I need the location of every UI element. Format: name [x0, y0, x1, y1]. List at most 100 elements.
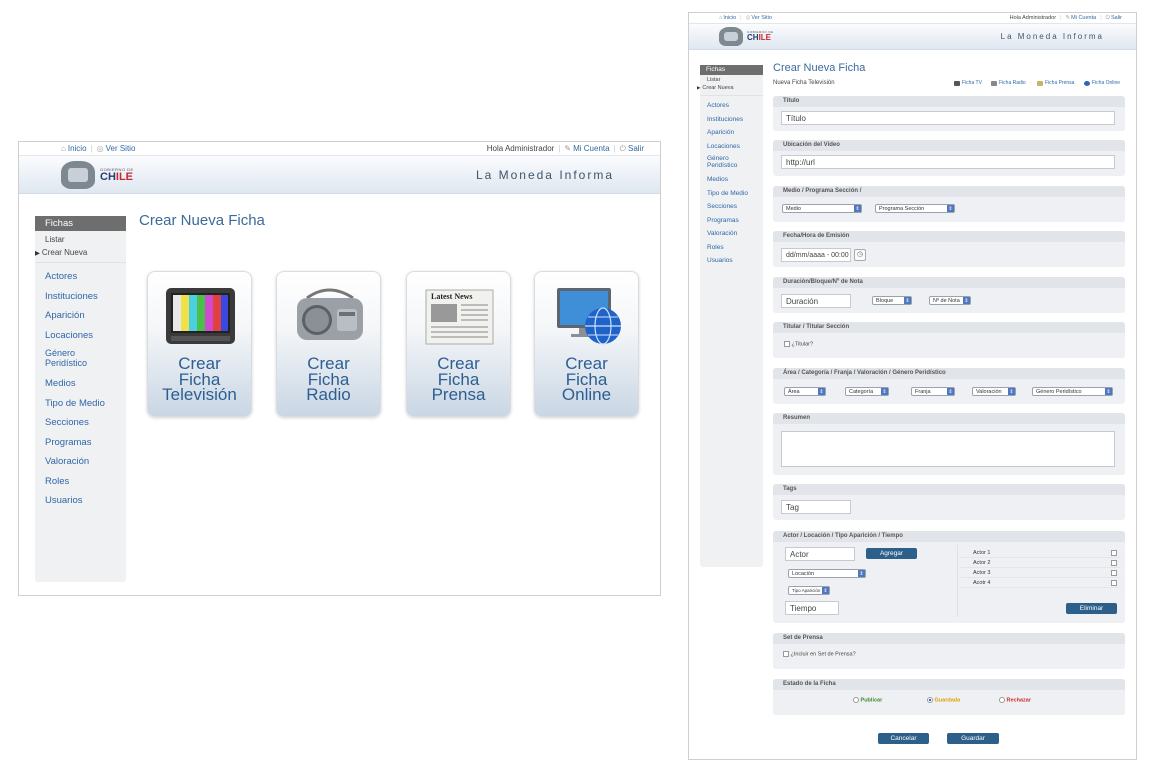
sidebar-item-usuarios[interactable]: Usuarios — [35, 491, 126, 511]
title-input[interactable]: Título — [781, 111, 1115, 125]
sidebar-item-crear-nueva[interactable]: Crear Nueva — [700, 84, 763, 95]
sidebar-item-usuarios[interactable]: Usuarios — [700, 254, 763, 268]
create-press-card[interactable]: Latest News Crear Ficha Prensa — [406, 271, 511, 417]
my-account-link[interactable]: Mi Cuenta — [1071, 15, 1096, 21]
locacion-select[interactable]: Locación — [788, 569, 866, 578]
home-icon: ⌂ — [61, 144, 66, 153]
sidebar-item-programas[interactable]: Programas — [35, 433, 126, 453]
create-radio-card[interactable]: Crear Ficha Radio — [276, 271, 381, 417]
list-item[interactable]: Acotr 4 — [959, 578, 1121, 588]
top-bar: ⌂ Inicio | ◎ Ver Sitio Hola Administrado… — [689, 13, 1136, 24]
genero-select[interactable]: Género Peridístico — [1032, 387, 1113, 396]
tab-ficha-online[interactable]: Ficha Online — [1084, 80, 1120, 86]
calendar-icon[interactable]: ◷ — [854, 249, 866, 261]
tag-input[interactable]: Tag — [781, 500, 851, 514]
tv-icon — [166, 288, 235, 344]
sidebar-item-locaciones[interactable]: Locaciones — [700, 140, 763, 154]
sidebar-item-crear-nueva[interactable]: Crear Nueva — [35, 246, 126, 262]
sidebar-item-medios[interactable]: Medios — [35, 374, 126, 394]
sidebar-item-roles[interactable]: Roles — [700, 241, 763, 255]
sidebar-item-aparicion[interactable]: Aparición — [35, 306, 126, 326]
sidebar-section-fichas[interactable]: Fichas — [700, 65, 763, 75]
tipo-aparicion-select[interactable]: Tipo Aparición — [788, 586, 830, 595]
section-duracion: Duración/Bloque/Nº de Nota Duración Bloq… — [773, 277, 1125, 313]
guardada-radio[interactable] — [927, 697, 933, 703]
coat-of-arms-icon — [719, 27, 743, 46]
sidebar: Fichas Listar Crear Nueva Actores Instit… — [35, 216, 126, 582]
page-title: Crear Nueva Ficha — [773, 62, 866, 74]
create-tv-card[interactable]: Crear Ficha Televisión — [147, 271, 252, 417]
logout-link[interactable]: Salir — [628, 144, 644, 153]
sidebar-item-listar[interactable]: Listar — [700, 75, 763, 84]
sidebar-item-programas[interactable]: Programas — [700, 214, 763, 228]
cancel-button[interactable]: Cancelar — [878, 733, 929, 744]
rechazar-radio[interactable] — [999, 697, 1005, 703]
actor-input[interactable]: Actor — [785, 547, 855, 561]
categoria-select[interactable]: Categoría — [845, 387, 889, 396]
programa-seccion-select[interactable]: Programa Sección — [875, 204, 955, 213]
chile-logo[interactable]: GOBIERNO DE CHILE — [61, 161, 134, 189]
sidebar-item-valoracion[interactable]: Valoración — [35, 452, 126, 472]
franja-select[interactable]: Franja — [911, 387, 955, 396]
sidebar-item-actores[interactable]: Actores — [35, 267, 126, 287]
home-link[interactable]: Inicio — [723, 15, 736, 21]
sidebar-item-instituciones[interactable]: Instituciones — [700, 113, 763, 127]
sidebar-item-secciones[interactable]: Secciones — [35, 413, 126, 433]
sidebar-item-genero[interactable]: Género Peridístico — [35, 345, 105, 374]
sidebar-item-locaciones[interactable]: Locaciones — [35, 326, 126, 346]
view-site-link[interactable]: Ver Sitio — [106, 144, 136, 153]
sidebar-item-actores[interactable]: Actores — [700, 99, 763, 113]
status-rechazar[interactable]: Rechazar — [999, 697, 1031, 703]
status-guardada[interactable]: Guardada — [927, 697, 960, 703]
chile-logo[interactable]: GOBIERNO DE CHILE — [719, 27, 774, 46]
medio-select[interactable]: Medio — [782, 204, 862, 213]
actor-checkbox[interactable] — [1111, 580, 1117, 586]
sidebar-item-listar[interactable]: Listar — [35, 231, 126, 246]
delete-actor-button[interactable]: Eliminar — [1066, 603, 1117, 614]
bloque-select[interactable]: Bloque — [872, 296, 912, 305]
sidebar-item-secciones[interactable]: Secciones — [700, 200, 763, 214]
sidebar-item-roles[interactable]: Roles — [35, 472, 126, 492]
list-item[interactable]: Actor 3 — [959, 568, 1121, 578]
sidebar-item-tipo-medio[interactable]: Tipo de Medio — [35, 394, 126, 414]
publicar-radio[interactable] — [853, 697, 859, 703]
sidebar-item-aparicion[interactable]: Aparición — [700, 126, 763, 140]
create-online-card[interactable]: Crear Ficha Online — [534, 271, 639, 417]
date-input[interactable]: dd/mm/aaaa - 00:00 — [781, 248, 851, 262]
my-account-link[interactable]: Mi Cuenta — [573, 144, 609, 153]
sidebar-item-tipo-medio[interactable]: Tipo de Medio — [700, 187, 763, 201]
nota-select[interactable]: Nº de Nota — [929, 296, 971, 305]
press-set-checkbox[interactable] — [783, 651, 789, 657]
status-publicar[interactable]: Publicar — [853, 697, 882, 703]
video-url-input[interactable]: http://url — [781, 155, 1115, 169]
section-titulo: Título Título — [773, 96, 1125, 131]
sidebar-item-medios[interactable]: Medios — [700, 173, 763, 187]
area-select[interactable]: Área — [784, 387, 826, 396]
sidebar-section-fichas[interactable]: Fichas — [35, 216, 126, 231]
actor-checkbox[interactable] — [1111, 570, 1117, 576]
duration-input[interactable]: Duración — [781, 294, 851, 308]
list-item[interactable]: Actor 2 — [959, 558, 1121, 568]
time-input[interactable]: Tiempo — [785, 601, 839, 615]
save-button[interactable]: Guardar — [947, 733, 999, 744]
actor-checkbox[interactable] — [1111, 560, 1117, 566]
add-actor-button[interactable]: Agregar — [866, 548, 917, 559]
valoracion-select[interactable]: Valoración — [972, 387, 1016, 396]
list-item[interactable]: Actor 1 — [959, 548, 1121, 558]
globe-monitor-icon — [557, 288, 621, 345]
page-title: Crear Nueva Ficha — [139, 212, 265, 229]
tab-ficha-tv[interactable]: Ficha TV — [954, 80, 982, 86]
greeting-text: Hola Administrador — [1009, 15, 1057, 21]
summary-textarea[interactable] — [781, 431, 1115, 467]
sidebar-item-valoracion[interactable]: Valoración — [700, 227, 763, 241]
sidebar-item-instituciones[interactable]: Instituciones — [35, 287, 126, 307]
sidebar-item-genero[interactable]: Género Peridístico — [700, 153, 748, 173]
tab-ficha-radio[interactable]: Ficha Radio — [991, 80, 1026, 86]
globe-icon: ◎ — [745, 15, 751, 21]
home-link[interactable]: Inicio — [68, 144, 87, 153]
actor-checkbox[interactable] — [1111, 550, 1117, 556]
tab-ficha-prensa[interactable]: Ficha Prensa — [1037, 80, 1074, 86]
logout-link[interactable]: Salir — [1111, 15, 1122, 21]
titular-checkbox[interactable] — [784, 341, 790, 347]
view-site-link[interactable]: Ver Sitio — [751, 15, 771, 21]
